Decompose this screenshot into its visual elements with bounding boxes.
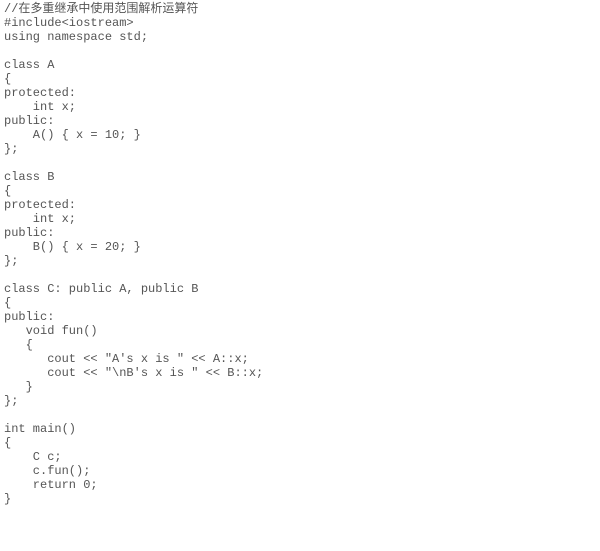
code-block: //在多重继承中使用范围解析运算符 #include<iostream> usi… [0,0,600,508]
